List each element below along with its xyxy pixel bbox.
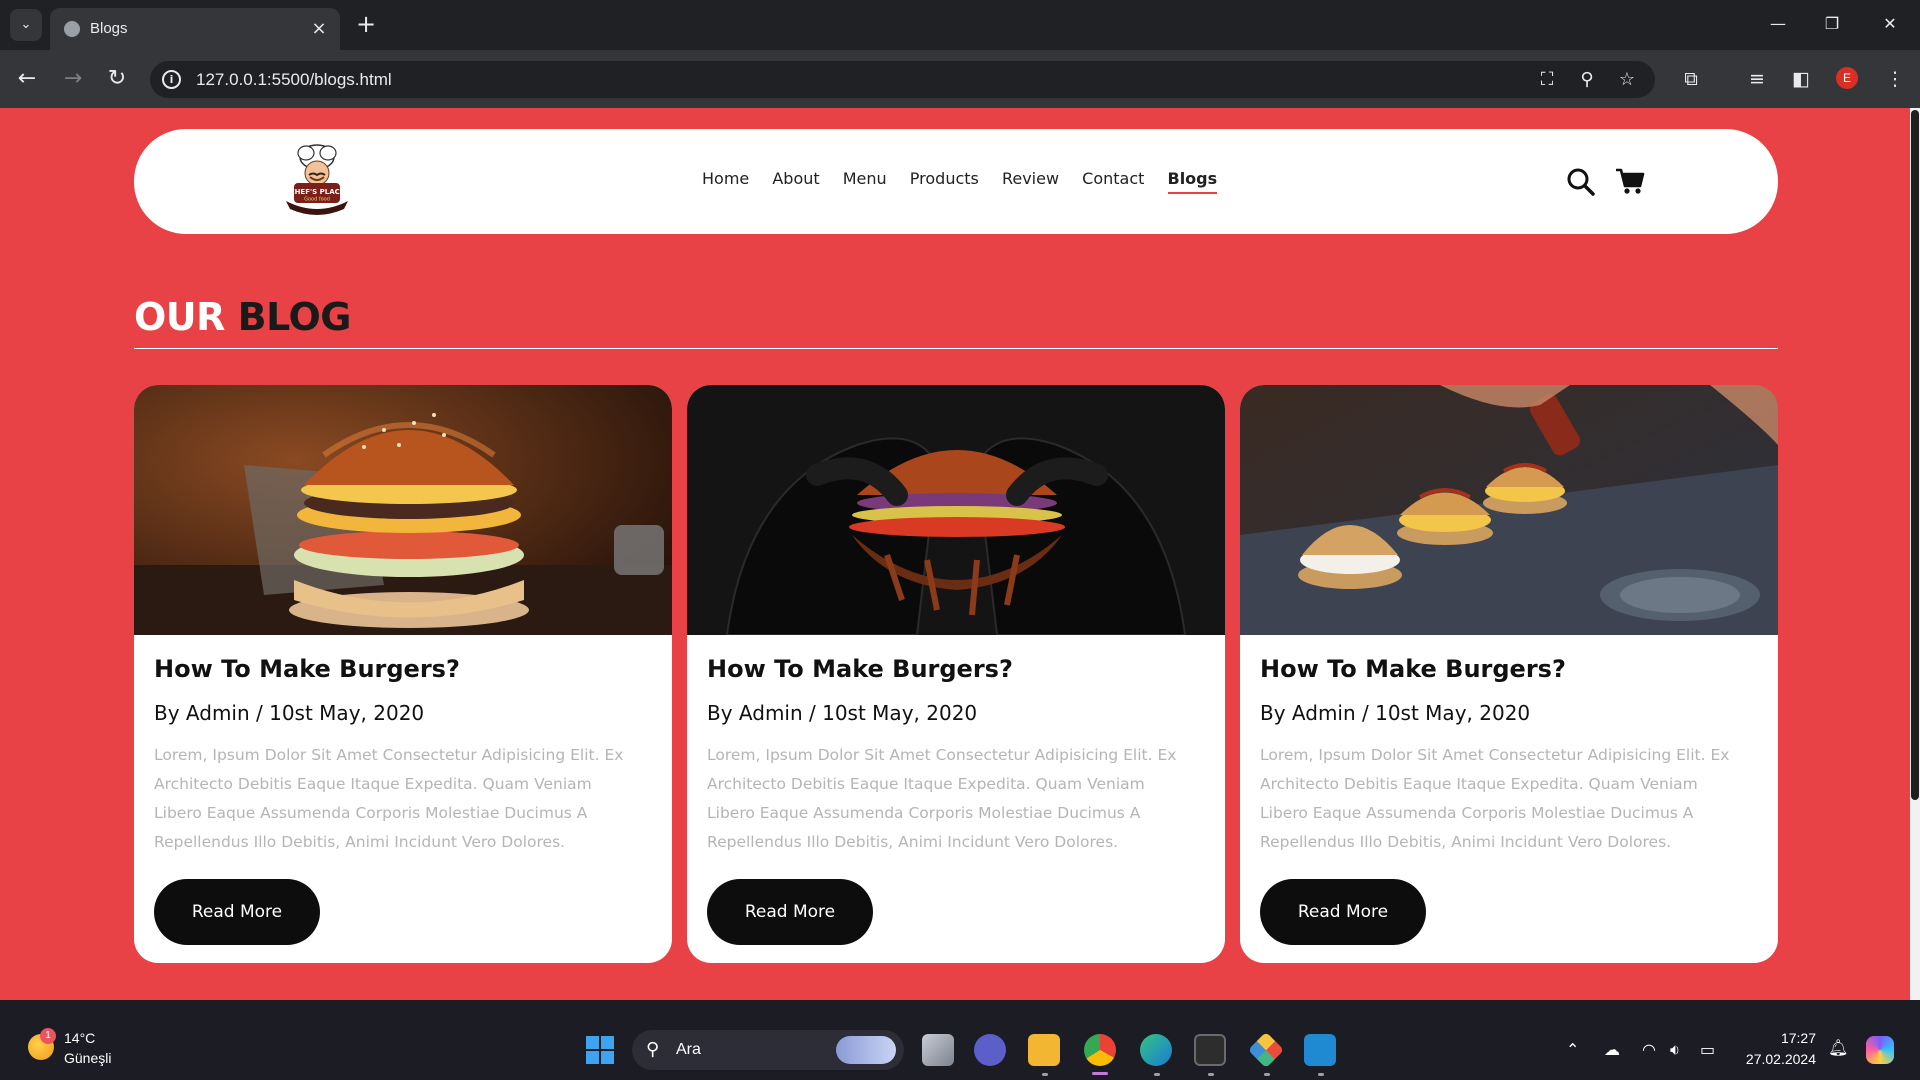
scrollbar-thumb[interactable]	[1911, 110, 1919, 800]
blog-card-title[interactable]: How To Make Burgers?	[707, 655, 1013, 683]
taskbar-search-box[interactable]: ⚲ Ara	[632, 1030, 904, 1070]
blog-card: How To Make Burgers? By Admin / 10st May…	[687, 385, 1225, 963]
blog-card: How To Make Burgers? By Admin / 10st May…	[134, 385, 672, 963]
weather-condition[interactable]: Güneşli	[64, 1050, 111, 1066]
media-controls-icon[interactable]: ≡	[1742, 64, 1772, 94]
file-explorer-icon[interactable]	[1028, 1034, 1060, 1066]
blog-card-excerpt: Lorem, Ipsum Dolor Sit Amet Consectetur …	[154, 746, 624, 851]
address-url[interactable]: 127.0.0.1:5500/blogs.html	[196, 70, 392, 90]
app-running-indicator	[1318, 1073, 1324, 1076]
nav-link-contact[interactable]: Contact	[1082, 169, 1144, 188]
zoom-icon[interactable]: ⚲	[1576, 69, 1598, 91]
shopping-cart-icon[interactable]	[1614, 165, 1646, 197]
tab-close-icon[interactable]: ×	[308, 18, 330, 40]
wifi-icon[interactable]: ◠	[1642, 1040, 1656, 1059]
blog-card-meta: By Admin / 10st May, 2020	[1260, 701, 1531, 725]
chrome-menu-icon[interactable]: ⋮	[1880, 64, 1910, 94]
chefs-place-logo[interactable]: CHEF'S PLACE Good food	[274, 137, 360, 223]
logo-tagline: Good food	[304, 197, 330, 203]
read-more-button[interactable]: Read More	[707, 879, 873, 945]
blog-card-title[interactable]: How To Make Burgers?	[154, 655, 460, 683]
nav-link-review[interactable]: Review	[1002, 169, 1059, 188]
section-divider	[134, 348, 1778, 349]
site-info-icon[interactable]: i	[162, 70, 181, 89]
taskbar-search-label: Ara	[676, 1041, 701, 1058]
blog-card-excerpt: Lorem, Ipsum Dolor Sit Amet Consectetur …	[1260, 746, 1730, 851]
close-window-icon[interactable]: ✕	[1870, 8, 1910, 40]
volume-icon[interactable]: 🔉︎	[1670, 1040, 1680, 1060]
windows-taskbar	[0, 1000, 1920, 1080]
read-more-button[interactable]: Read More	[154, 879, 320, 945]
app-running-indicator	[1154, 1073, 1160, 1076]
browser-tab[interactable]: Blogs ×	[50, 8, 340, 50]
tab-search-dropdown-icon[interactable]: ⌄	[10, 9, 42, 41]
windows-start-icon[interactable]	[586, 1036, 614, 1064]
chrome-icon[interactable]	[1084, 1034, 1116, 1066]
app-running-indicator	[1208, 1073, 1214, 1076]
forward-icon[interactable]: →	[58, 64, 88, 94]
blog-card-meta: By Admin / 10st May, 2020	[707, 701, 978, 725]
extensions-icon[interactable]: ⧉	[1676, 64, 1706, 94]
battery-icon[interactable]: ▭	[1700, 1040, 1715, 1059]
clock-date[interactable]: 27.02.2024	[1742, 1051, 1816, 1067]
edge-icon[interactable]	[1140, 1034, 1172, 1066]
teams-chat-icon[interactable]	[974, 1034, 1006, 1066]
active-app-indicator	[1092, 1072, 1108, 1075]
profile-avatar[interactable]: E	[1836, 67, 1858, 89]
address-bar[interactable]: i 127.0.0.1:5500/blogs.html ⛶ ⚲ ☆	[150, 61, 1655, 98]
bookmark-star-icon[interactable]: ☆	[1616, 69, 1638, 91]
side-panel-icon[interactable]: ◧	[1786, 64, 1816, 94]
browser-tab-bar: ⌄ Blogs × + — ❐ ✕	[0, 0, 1920, 50]
logo-wordmark: CHEF'S PLACE	[289, 188, 344, 196]
task-view-icon[interactable]	[922, 1034, 954, 1066]
site-header: CHEF'S PLACE Good food Home About Menu P…	[134, 129, 1778, 234]
onedrive-cloud-icon[interactable]: ☁	[1604, 1040, 1620, 1059]
restore-window-icon[interactable]: ❐	[1812, 8, 1852, 40]
show-hidden-icons-icon[interactable]: ⌃	[1566, 1040, 1579, 1059]
section-title-word-2: BLOG	[237, 295, 352, 339]
read-more-button[interactable]: Read More	[1260, 879, 1426, 945]
nav-link-products[interactable]: Products	[910, 169, 979, 188]
page-viewport: CHEF'S PLACE Good food Home About Menu P…	[0, 108, 1910, 1000]
app-running-indicator	[1264, 1073, 1270, 1076]
new-tab-icon[interactable]: +	[352, 10, 380, 38]
notification-bell-icon[interactable]: 🔔︎	[1828, 1038, 1848, 1057]
blog-card: How To Make Burgers? By Admin / 10st May…	[1240, 385, 1778, 963]
back-icon[interactable]: ←	[12, 64, 42, 94]
site-favicon-icon	[64, 21, 80, 37]
search-highlight-graphic	[836, 1036, 896, 1064]
nav-link-blogs[interactable]: Blogs	[1167, 169, 1218, 194]
nav-link-menu[interactable]: Menu	[843, 169, 887, 188]
browser-toolbar: ← → ↻ i 127.0.0.1:5500/blogs.html ⛶ ⚲ ☆ …	[0, 50, 1920, 108]
vscode-icon[interactable]	[1304, 1034, 1336, 1066]
search-icon[interactable]	[1566, 167, 1596, 197]
section-title: OUR BLOG	[134, 295, 351, 339]
blog-card-meta: By Admin / 10st May, 2020	[154, 701, 425, 725]
main-navigation: Home About Menu Products Review Contact …	[702, 169, 1235, 194]
blog-card-image	[687, 385, 1225, 635]
clock-time[interactable]: 17:27	[1776, 1030, 1816, 1046]
tab-title: Blogs	[90, 20, 128, 37]
blog-card-image	[134, 385, 672, 635]
reload-icon[interactable]: ↻	[102, 64, 132, 94]
minimize-window-icon[interactable]: —	[1758, 8, 1798, 40]
copilot-icon[interactable]	[1866, 1036, 1894, 1064]
translate-icon[interactable]: ⛶	[1536, 69, 1558, 91]
section-title-word-1: OUR	[134, 295, 225, 339]
weather-notification-badge: 1	[40, 1028, 56, 1044]
page-scrollbar[interactable]	[1910, 108, 1920, 1000]
blog-card-excerpt: Lorem, Ipsum Dolor Sit Amet Consectetur …	[707, 746, 1177, 851]
blog-card-image	[1240, 385, 1778, 635]
nav-link-about[interactable]: About	[772, 169, 819, 188]
weather-temperature[interactable]: 14°C	[64, 1030, 95, 1046]
blog-card-title[interactable]: How To Make Burgers?	[1260, 655, 1566, 683]
nav-link-home[interactable]: Home	[702, 169, 749, 188]
terminal-icon[interactable]	[1194, 1034, 1226, 1066]
app-running-indicator	[1042, 1073, 1048, 1076]
taskbar-search-icon: ⚲	[646, 1039, 660, 1060]
